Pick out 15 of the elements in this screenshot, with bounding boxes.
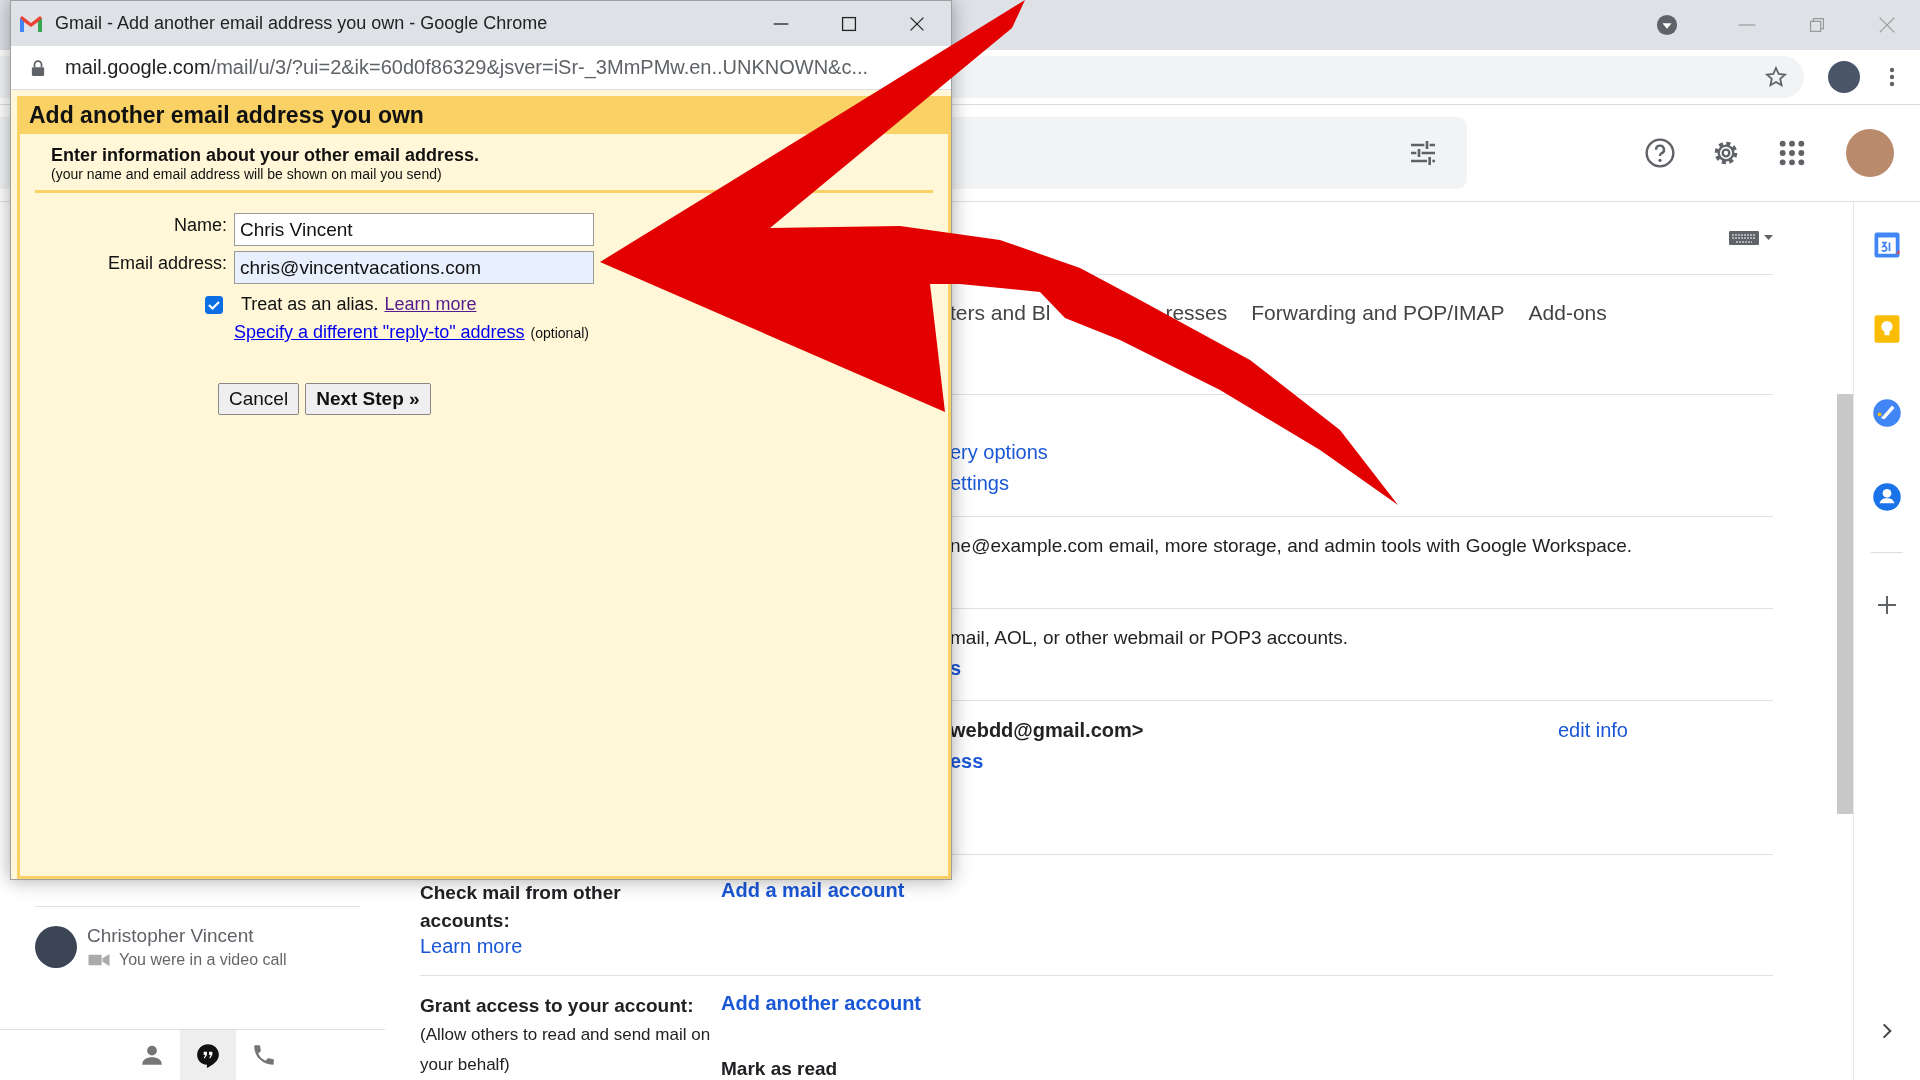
setting-label: Check mail from other accounts: — [420, 881, 622, 933]
optional-note: (optional) — [530, 324, 589, 341]
contact-status: You were in a video call — [119, 951, 287, 969]
setting-label: Grant access to your account: — [420, 994, 695, 1018]
setting-heading: Mark as read — [721, 1058, 839, 1080]
setting-note: (Allow others to read and send mail on your behalf) — [420, 1024, 712, 1076]
checkbox-label: Treat as an alias. — [241, 294, 379, 315]
window-title: Gmail - Add another email address you own - Google Chrome — [55, 13, 549, 34]
field-label: Name: — [173, 214, 227, 236]
dialog-heading: Add another email address you own — [29, 101, 424, 129]
settings-description: ne@example.com email, more storage, and admin tools with Google Workspace. — [950, 535, 1634, 557]
account-address: webdd@gmail.com> — [950, 719, 1145, 742]
field-label: Email address: — [106, 252, 227, 274]
dialog-instruction: Enter information about your other email address. — [51, 145, 481, 166]
dialog-note: (your name and email address will be shown on mail you send) — [51, 166, 443, 182]
